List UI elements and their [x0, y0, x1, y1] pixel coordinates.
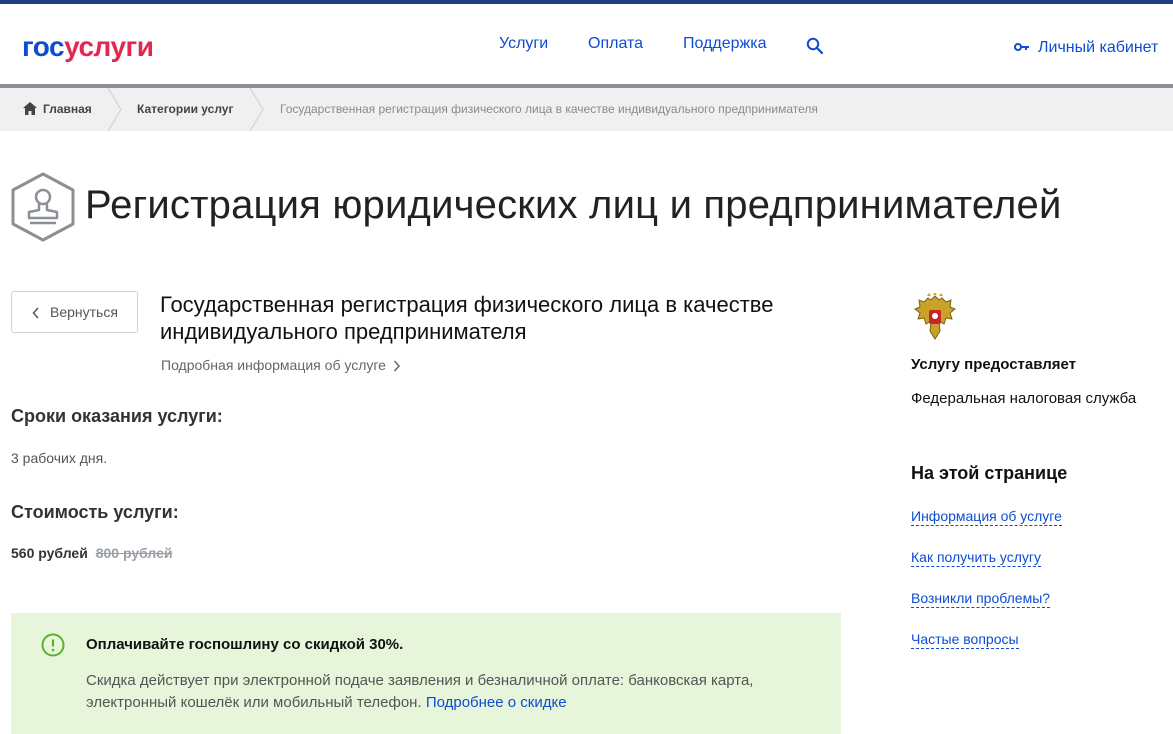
cost-old: 800 рублей — [95, 545, 173, 561]
toc-link-how-to-get[interactable]: Как получить услугу — [911, 548, 1042, 567]
home-icon — [23, 102, 37, 115]
provider-label: Услугу предоставляет — [911, 356, 1077, 373]
term-heading: Сроки оказания услуги: — [11, 406, 223, 426]
back-button[interactable]: Вернуться — [11, 291, 138, 333]
alert-icon — [41, 633, 65, 657]
site-header: госуслуги Услуги Оплата Поддержка Личный… — [0, 4, 1173, 84]
discount-text: Скидка действует при электронной подаче … — [86, 672, 754, 711]
toc-link-service-info[interactable]: Информация об услуге — [911, 507, 1062, 526]
cost-current: 560 рублей — [11, 545, 88, 561]
nav-payment[interactable]: Оплата — [588, 34, 643, 54]
breadcrumb-current: Государственная регистрация физического … — [280, 102, 818, 116]
stamp-icon — [11, 172, 75, 242]
coat-of-arms-icon — [914, 293, 956, 340]
nav-services[interactable]: Услуги — [499, 34, 548, 54]
search-icon[interactable] — [806, 37, 824, 55]
toc-link-problems[interactable]: Возникли проблемы? — [911, 589, 1051, 608]
discount-details-link[interactable]: Подробнее о скидке — [426, 694, 567, 711]
breadcrumb-categories[interactable]: Категории услуг — [137, 88, 233, 131]
discount-banner: Оплачивайте госпошлину со скидкой 30%. С… — [11, 613, 841, 734]
toc-title: На этой странице — [911, 463, 1068, 483]
term-value: 3 рабочих дня. — [11, 450, 108, 466]
chevron-right-icon — [393, 360, 401, 372]
service-title: Государственная регистрация физического … — [160, 292, 774, 344]
breadcrumb-separator — [107, 88, 122, 131]
cost-heading: Стоимость услуги: — [11, 502, 179, 522]
discount-title: Оплачивайте госпошлину со скидкой 30%. — [86, 636, 404, 653]
toc-link-faq[interactable]: Частые вопросы — [911, 630, 1019, 649]
breadcrumb-separator — [249, 88, 264, 131]
provider-name: Федеральная налоговая служба — [911, 390, 1137, 407]
gosuslugi-logo[interactable]: госуслуги — [22, 32, 154, 62]
back-button-label: Вернуться — [50, 304, 118, 320]
nav-support[interactable]: Поддержка — [683, 34, 766, 54]
service-details-link[interactable]: Подробная информация об услуге — [161, 356, 401, 374]
cost-value: 560 рублей 800 рублей — [11, 544, 173, 562]
breadcrumb-home[interactable]: Главная — [43, 88, 92, 131]
key-icon — [1014, 43, 1029, 51]
cabinet-label: Личный кабинет — [1038, 39, 1159, 56]
page-title: Регистрация юридических лиц и предприним… — [85, 183, 1062, 227]
breadcrumb: Главная Категории услуг Государственная … — [0, 88, 1173, 131]
chevron-left-icon — [32, 307, 39, 319]
